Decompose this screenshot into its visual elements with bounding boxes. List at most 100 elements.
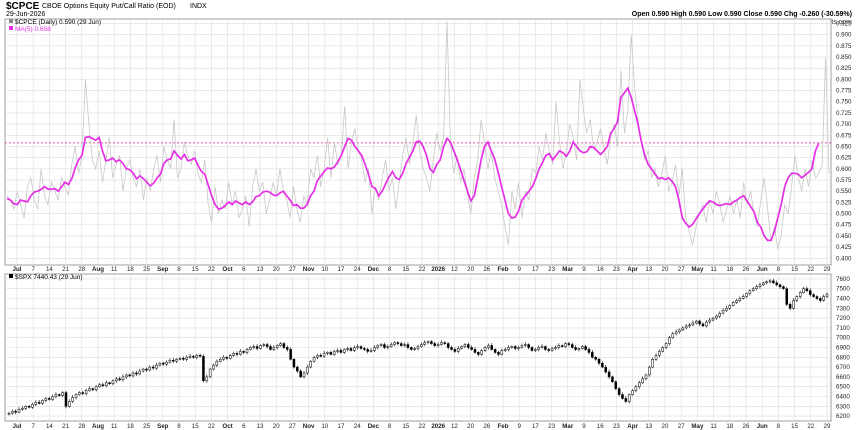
spx-candle-224 bbox=[758, 284, 762, 287]
spx-candle-243 bbox=[822, 296, 825, 301]
spx-candle-183 bbox=[621, 394, 624, 399]
spx-candle-196 bbox=[664, 343, 668, 348]
x-tick-bottom-31: 9 bbox=[517, 423, 521, 430]
spx-candle-41 bbox=[145, 368, 148, 371]
spx-candle-198 bbox=[671, 333, 675, 338]
spx-y-tick-10: 6600 bbox=[836, 374, 850, 381]
spx-y-tick-1: 7500 bbox=[836, 286, 850, 293]
spx-candle-99 bbox=[339, 350, 343, 353]
spx-candle-199 bbox=[674, 331, 678, 335]
spx-candle-148 bbox=[503, 349, 507, 351]
spx-y-tick-5: 7100 bbox=[836, 325, 850, 332]
spx-candle-134 bbox=[456, 348, 460, 352]
x-tick-bottom-3: 21 bbox=[62, 423, 69, 430]
spx-candle-236 bbox=[798, 292, 802, 297]
cpce-y-tick-7: 0.750 bbox=[836, 99, 852, 106]
spx-candle-234 bbox=[792, 300, 795, 309]
spx-candle-167 bbox=[567, 343, 571, 345]
spx-candle-58 bbox=[202, 356, 205, 382]
x-tick-15: 13 bbox=[257, 266, 264, 273]
cpce-y-tick-11: 0.650 bbox=[836, 143, 852, 150]
spx-candle-189 bbox=[641, 378, 644, 384]
spx-candle-26 bbox=[94, 386, 98, 390]
spx-candle-34 bbox=[121, 376, 125, 381]
spx-candle-166 bbox=[564, 343, 567, 347]
spx-candle-80 bbox=[275, 345, 279, 348]
spx-candle-3 bbox=[17, 408, 21, 413]
spx-y-tick-4: 7200 bbox=[836, 315, 850, 322]
spx-candle-192 bbox=[651, 359, 654, 368]
x-tick-4: 28 bbox=[78, 266, 85, 273]
x-tick-bottom-25: 22 bbox=[419, 423, 426, 430]
spx-candle-142 bbox=[483, 347, 487, 351]
spx-candle-54 bbox=[188, 356, 192, 358]
x-tick-34: Mar bbox=[562, 266, 574, 273]
spx-candle-101 bbox=[346, 348, 349, 350]
spx-candle-81 bbox=[279, 343, 282, 346]
spx-candle-104 bbox=[356, 346, 359, 348]
spx-candle-150 bbox=[510, 346, 514, 348]
spx-candle-70 bbox=[242, 351, 245, 353]
spx-candle-48 bbox=[168, 359, 172, 363]
spx-y-tick-7: 6900 bbox=[836, 345, 850, 352]
x-tick-2: 14 bbox=[46, 266, 53, 273]
x-tick-bottom-49: 22 bbox=[807, 423, 814, 430]
spx-candle-27 bbox=[98, 384, 101, 387]
cpce-panel: 0.925 0.900 0.875 0.850 0.825 0.800 0.775 0.750… bbox=[4, 18, 852, 266]
x-tick-bottom-11: 15 bbox=[192, 423, 199, 430]
spx-legend: $SPX 7440.43 (29 Jun) bbox=[9, 274, 83, 281]
spx-candle-181 bbox=[614, 381, 618, 389]
spx-candle-214 bbox=[725, 308, 728, 311]
spx-candle-146 bbox=[497, 352, 500, 355]
cpce-y-tick-1: 0.900 bbox=[836, 32, 852, 39]
legend-spx: $SPX 7440.43 (29 Jun) bbox=[15, 274, 83, 281]
x-tick-26: 2026 bbox=[431, 266, 445, 273]
x-tick-1: 7 bbox=[31, 266, 35, 273]
spx-candle-187 bbox=[634, 386, 638, 391]
spx-candle-36 bbox=[128, 374, 131, 377]
spx-candle-139 bbox=[473, 349, 477, 353]
x-tick-bottom-45: 26 bbox=[743, 423, 750, 430]
spx-candle-35 bbox=[125, 374, 128, 378]
spx-candle-45 bbox=[158, 362, 162, 366]
spx-candle-126 bbox=[430, 341, 433, 344]
cpce-y-tick-18: 0.475 bbox=[836, 222, 852, 229]
spx-candle-85 bbox=[292, 359, 296, 368]
x-tick-41: 27 bbox=[678, 266, 685, 273]
x-tick-bottom-34: Mar bbox=[562, 423, 574, 430]
x-tick-22: Dec bbox=[368, 266, 380, 273]
x-tick-20: 17 bbox=[338, 266, 345, 273]
spx-candle-50 bbox=[175, 359, 178, 362]
spx-candle-172 bbox=[584, 346, 587, 350]
spx-candle-94 bbox=[322, 353, 326, 357]
x-tick-29: 26 bbox=[483, 266, 490, 273]
legend-swatch-spx bbox=[9, 274, 13, 278]
spx-candle-28 bbox=[101, 384, 105, 386]
x-tick-bottom-10: 8 bbox=[177, 423, 181, 430]
x-tick-bottom-12: 22 bbox=[208, 423, 215, 430]
x-tick-bottom-33: 23 bbox=[548, 423, 555, 430]
x-tick-bottom-28: 20 bbox=[467, 423, 474, 430]
spx-candle-129 bbox=[440, 342, 443, 345]
spx-candle-156 bbox=[530, 347, 534, 351]
spx-candle-141 bbox=[480, 350, 483, 355]
spx-candle-155 bbox=[527, 344, 530, 348]
spx-candle-110 bbox=[376, 345, 380, 348]
spx-candle-117 bbox=[399, 343, 403, 346]
spx-candle-100 bbox=[342, 349, 346, 353]
x-axis: Jul 7 14 21 28 Aug 11 18 25 Sep 8 15 22 Oct 6 13 20 27 Nov… bbox=[13, 266, 831, 273]
spx-candle-120 bbox=[410, 347, 413, 350]
x-tick-42: May bbox=[691, 266, 704, 273]
x-tick-28: 20 bbox=[467, 266, 474, 273]
spx-candle-0 bbox=[7, 412, 11, 415]
x-tick-46: Jun bbox=[757, 266, 768, 273]
spx-candle-5 bbox=[24, 406, 28, 409]
spx-candle-157 bbox=[534, 349, 537, 351]
spx-y-tick-14: 6200 bbox=[836, 413, 850, 420]
spx-candle-68 bbox=[235, 353, 239, 355]
spx-candle-240 bbox=[812, 294, 815, 297]
spx-candle-14 bbox=[54, 394, 58, 397]
spx-candle-76 bbox=[262, 344, 266, 346]
x-axis-bottom: Jul 7 14 21 28 Aug 11 18 25 Sep 8 15 22 Oct 6 13 20 27 Nov… bbox=[13, 423, 831, 430]
spx-candle-73 bbox=[252, 346, 255, 348]
